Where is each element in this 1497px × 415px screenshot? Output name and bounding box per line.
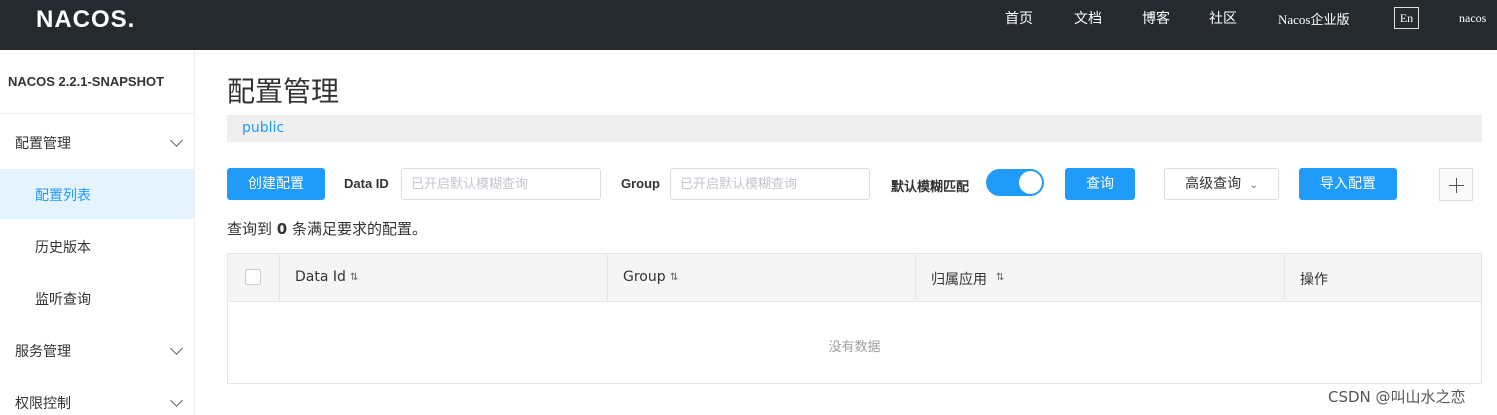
sidebar: NACOS 2.2.1-SNAPSHOT 配置管理 配置列表 历史版本 监听查询… bbox=[0, 50, 195, 415]
query-button[interactable]: 查询 bbox=[1065, 168, 1135, 200]
fuzzy-match-toggle[interactable] bbox=[986, 169, 1044, 196]
create-config-button[interactable]: 创建配置 bbox=[227, 168, 325, 200]
sidebar-item-label: 历史版本 bbox=[35, 240, 91, 256]
sidebar-item-config-list[interactable]: 配置列表 bbox=[0, 169, 194, 219]
column-label: 归属应用 bbox=[931, 272, 987, 288]
column-label: Group bbox=[623, 269, 666, 285]
result-summary: 查询到 0 条满足要求的配置。 bbox=[227, 218, 427, 239]
column-label: 操作 bbox=[1300, 272, 1328, 288]
column-app[interactable]: 归属应用 ⇅ bbox=[915, 254, 1284, 302]
sort-icon[interactable]: ⇅ bbox=[670, 272, 678, 283]
sidebar-item-label: 配置管理 bbox=[15, 136, 71, 152]
column-label: Data Id bbox=[295, 269, 346, 285]
dataid-search-input[interactable] bbox=[401, 168, 601, 200]
chevron-down-icon bbox=[170, 394, 183, 407]
chevron-down-icon bbox=[170, 342, 183, 355]
chevron-down-icon: ⌄ bbox=[1249, 180, 1258, 191]
namespace-link-public[interactable]: public bbox=[242, 120, 284, 136]
select-all-cell bbox=[228, 254, 279, 302]
advanced-query-label: 高级查询 bbox=[1185, 176, 1242, 192]
sidebar-item-history[interactable]: 历史版本 bbox=[0, 221, 194, 271]
toggle-knob bbox=[1019, 171, 1042, 194]
chevron-down-icon bbox=[170, 134, 183, 147]
column-group[interactable]: Group ⇅ bbox=[607, 254, 915, 302]
sidebar-item-label: 配置列表 bbox=[35, 188, 91, 204]
sidebar-item-label: 服务管理 bbox=[15, 344, 71, 360]
sidebar-item-service-management[interactable]: 服务管理 bbox=[0, 325, 194, 375]
namespace-bar: public bbox=[227, 115, 1482, 142]
dataid-label: Data ID bbox=[344, 176, 389, 191]
user-menu[interactable]: nacos bbox=[1459, 11, 1486, 26]
nav-community[interactable]: 社区 bbox=[1209, 8, 1237, 28]
sidebar-item-label: 监听查询 bbox=[35, 292, 91, 308]
result-prefix: 查询到 bbox=[227, 220, 273, 238]
group-label: Group bbox=[621, 176, 660, 191]
empty-state: 没有数据 bbox=[828, 340, 881, 355]
sidebar-item-listener-query[interactable]: 监听查询 bbox=[0, 273, 194, 323]
table-header: Data Id ⇅ Group ⇅ 归属应用 ⇅ 操作 bbox=[228, 254, 1481, 302]
sort-icon[interactable]: ⇅ bbox=[350, 272, 358, 283]
config-table: Data Id ⇅ Group ⇅ 归属应用 ⇅ 操作 没有数据 bbox=[227, 253, 1482, 384]
watermark: CSDN @叫山水之恋 bbox=[1328, 388, 1466, 406]
sidebar-divider bbox=[0, 113, 194, 114]
column-actions: 操作 bbox=[1284, 254, 1481, 302]
import-config-button[interactable]: 导入配置 bbox=[1299, 168, 1397, 200]
advanced-query-button[interactable]: 高级查询 ⌄ bbox=[1164, 168, 1279, 200]
column-dataid[interactable]: Data Id ⇅ bbox=[279, 254, 607, 302]
nav-blog[interactable]: 博客 bbox=[1142, 8, 1170, 28]
sidebar-item-access-control[interactable]: 权限控制 bbox=[0, 377, 194, 415]
plus-icon[interactable] bbox=[1439, 168, 1473, 201]
language-toggle-button[interactable]: En bbox=[1394, 7, 1419, 29]
nacos-logo[interactable]: NACOS. bbox=[36, 6, 135, 34]
result-count: 0 bbox=[276, 220, 288, 238]
group-search-input[interactable] bbox=[670, 168, 870, 200]
nav-home[interactable]: 首页 bbox=[1005, 8, 1033, 28]
sort-icon[interactable]: ⇅ bbox=[996, 272, 1004, 283]
sidebar-item-label: 权限控制 bbox=[15, 396, 71, 412]
page-title: 配置管理 bbox=[227, 75, 340, 108]
nav-enterprise[interactable]: Nacos企业版 bbox=[1278, 9, 1350, 28]
result-suffix: 条满足要求的配置。 bbox=[292, 220, 428, 238]
top-navbar: NACOS. 首页 文档 博客 社区 Nacos企业版 En nacos bbox=[0, 0, 1497, 50]
nav-docs[interactable]: 文档 bbox=[1074, 8, 1102, 28]
select-all-checkbox[interactable] bbox=[245, 269, 261, 285]
version-brand: NACOS 2.2.1-SNAPSHOT bbox=[8, 74, 165, 89]
sidebar-item-config-management[interactable]: 配置管理 bbox=[0, 117, 194, 167]
fuzzy-match-label: 默认模糊匹配 bbox=[891, 179, 970, 194]
